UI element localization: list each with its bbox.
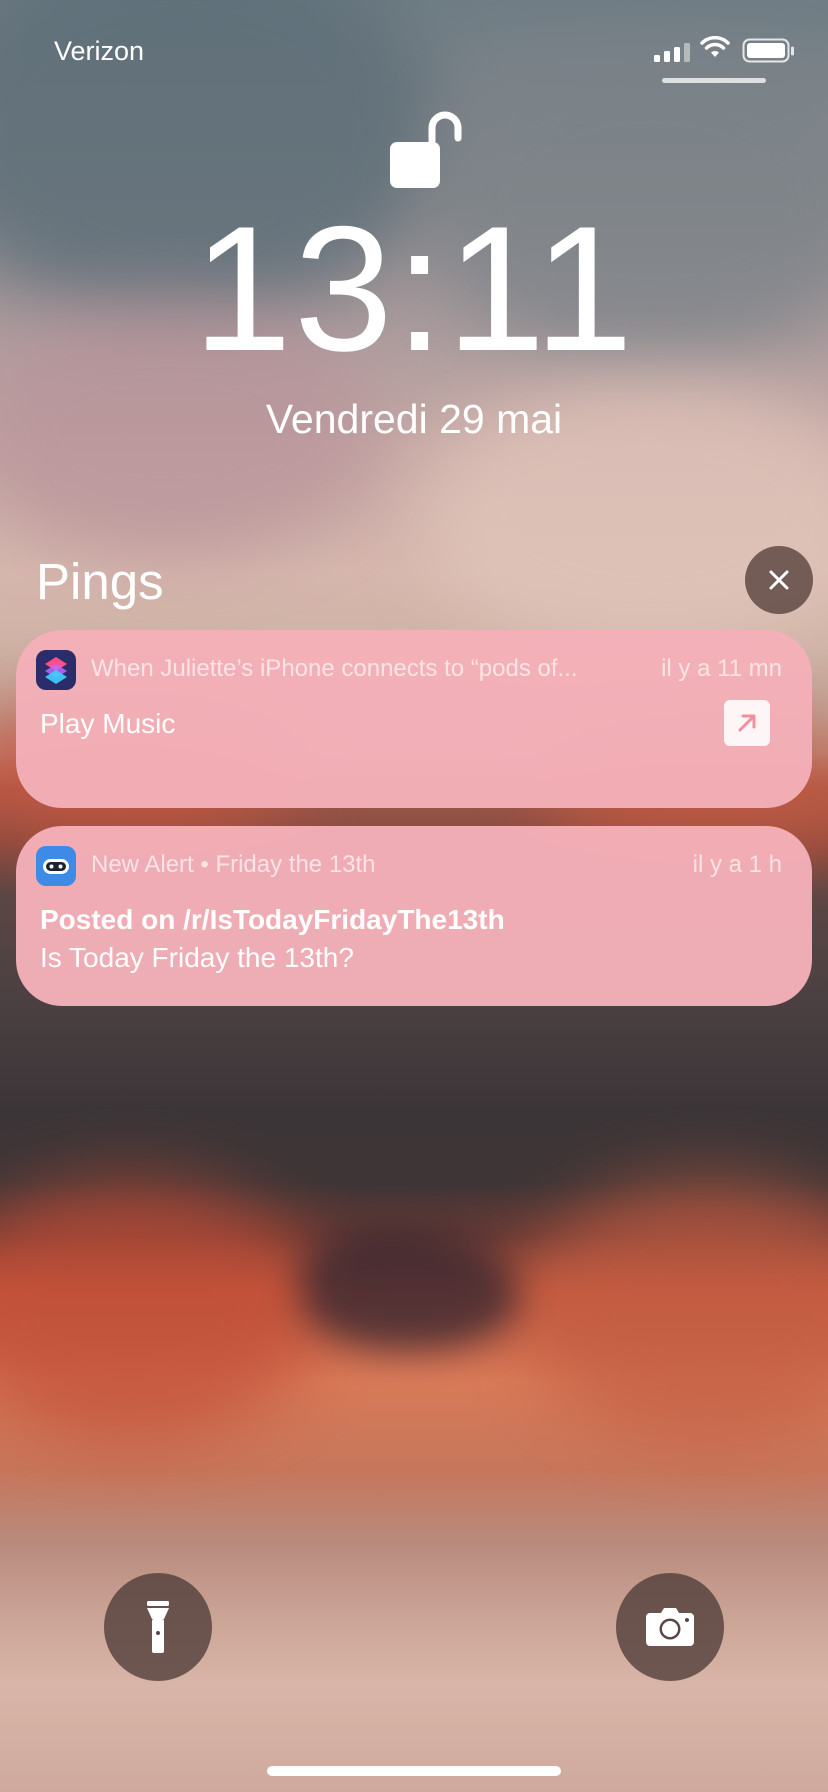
notification-time: il y a 1 h xyxy=(692,851,782,878)
notification-body: Is Today Friday the 13th? xyxy=(40,942,354,973)
wallpaper-boat-reflection xyxy=(300,1230,520,1350)
lock-screen-time: 13:11 xyxy=(192,189,636,388)
lock-screen-date: Vendredi 29 mai xyxy=(265,396,563,442)
flashlight-icon xyxy=(147,1601,169,1653)
notification-card[interactable]: New Alert • Friday the 13th il y a 1 h P… xyxy=(16,826,812,1006)
notification-title: Posted on /r/IsTodayFridayThe13th xyxy=(40,904,505,935)
home-indicator[interactable] xyxy=(267,1766,561,1776)
notification-time: il y a 11 mn xyxy=(661,655,782,682)
status-bar: Verizon xyxy=(0,32,828,72)
clear-notifications-button[interactable] xyxy=(745,546,813,614)
wifi-icon xyxy=(700,36,730,57)
notification-card[interactable]: When Juliette’s iPhone connects to “pods… xyxy=(16,630,812,808)
close-icon xyxy=(769,570,789,590)
open-shortcut-button[interactable] xyxy=(724,700,770,746)
notification-header: New Alert • Friday the 13th xyxy=(91,851,376,878)
notification-group-title: Pings xyxy=(36,553,164,610)
open-arrow-icon xyxy=(738,714,756,732)
notification-body: Play Music xyxy=(40,708,176,739)
battery-icon xyxy=(742,38,794,63)
camera-button[interactable] xyxy=(616,1573,724,1681)
flashlight-button[interactable] xyxy=(104,1573,212,1681)
carrier-label: Verizon xyxy=(54,36,145,66)
shortcuts-app-icon xyxy=(36,650,76,690)
unlocked-padlock-icon xyxy=(390,111,462,188)
notification-header: When Juliette’s iPhone connects to “pods… xyxy=(91,655,578,682)
camera-icon xyxy=(646,1608,694,1646)
bot-app-icon xyxy=(36,846,76,886)
control-center-indicator[interactable] xyxy=(662,78,766,83)
cellular-signal-icon xyxy=(654,42,690,62)
